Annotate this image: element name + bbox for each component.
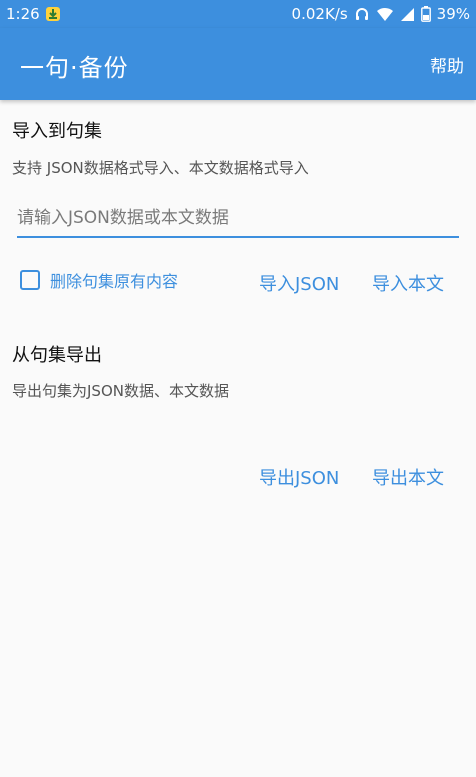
status-time: 1:26 xyxy=(6,5,40,23)
status-bar: 1:26 0.02K/s 39% xyxy=(0,0,476,28)
export-json-button[interactable]: 导出JSON xyxy=(259,464,339,490)
import-data-input[interactable] xyxy=(17,202,459,234)
app-bar: 一句·备份 帮助 xyxy=(0,28,476,100)
signal-icon xyxy=(400,7,415,22)
import-section-title: 导入到句集 xyxy=(12,121,102,142)
import-json-button[interactable]: 导入JSON xyxy=(259,270,339,296)
battery-percentage: 39% xyxy=(436,5,470,23)
export-section-description: 导出句集为JSON数据、本文数据 xyxy=(12,382,229,400)
battery-icon xyxy=(420,6,431,22)
network-speed: 0.02K/s xyxy=(291,5,348,23)
delete-existing-checkbox-label: 删除句集原有内容 xyxy=(50,272,179,291)
status-bar-right: 0.02K/s 39% xyxy=(292,5,470,23)
page-title: 一句·备份 xyxy=(20,54,129,82)
app-notification-icon xyxy=(45,7,60,21)
delete-existing-checkbox-row[interactable]: 删除句集原有内容 xyxy=(20,268,178,292)
help-button[interactable]: 帮助 xyxy=(430,52,464,77)
delete-existing-checkbox[interactable] xyxy=(20,270,40,290)
export-section-title: 从句集导出 xyxy=(12,345,102,366)
headset-icon xyxy=(354,6,370,22)
import-text-button[interactable]: 导入本文 xyxy=(372,270,444,296)
import-input-container xyxy=(17,202,459,238)
export-text-button[interactable]: 导出本文 xyxy=(372,464,444,490)
status-bar-left: 1:26 xyxy=(6,5,60,23)
import-section-description: 支持 JSON数据格式导入、本文数据格式导入 xyxy=(12,159,309,177)
wifi-icon xyxy=(376,7,394,22)
